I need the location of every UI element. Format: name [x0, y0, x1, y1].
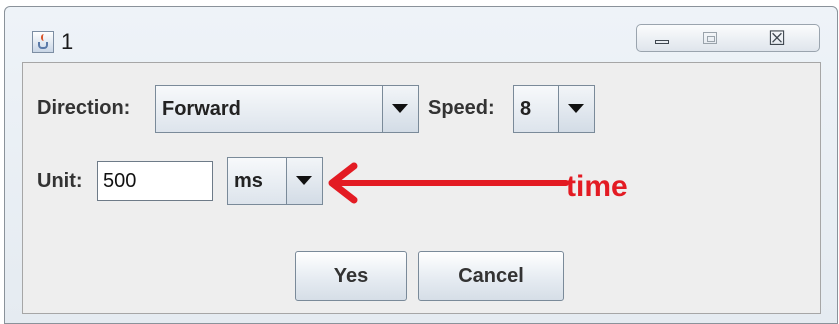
- maximize-icon: [703, 32, 717, 44]
- chevron-down-icon: [392, 104, 408, 113]
- window-title: 1: [61, 29, 74, 54]
- title-bar[interactable]: 1 ☒: [5, 7, 837, 69]
- unit-select-value: ms: [234, 170, 263, 192]
- chevron-down-icon: [568, 104, 584, 113]
- speed-select[interactable]: 8: [513, 85, 595, 133]
- java-cup-icon: [32, 31, 54, 53]
- minimize-button[interactable]: [636, 24, 686, 52]
- speed-label: Speed:: [428, 97, 495, 119]
- yes-button[interactable]: Yes: [295, 251, 407, 301]
- annotation-arrow-icon: [328, 162, 569, 204]
- maximize-button[interactable]: [685, 24, 735, 52]
- speed-value: 8: [520, 98, 532, 120]
- direction-select[interactable]: Forward: [155, 85, 419, 133]
- direction-dropdown-arrow[interactable]: [382, 86, 418, 132]
- unit-input[interactable]: [97, 161, 213, 201]
- unit-dropdown-arrow[interactable]: [286, 158, 322, 204]
- close-button[interactable]: ☒: [734, 24, 820, 52]
- unit-select[interactable]: ms: [227, 157, 323, 205]
- annotation-text: time: [566, 170, 628, 203]
- speed-dropdown-arrow[interactable]: [558, 86, 594, 132]
- direction-label: Direction:: [37, 97, 131, 119]
- cancel-button[interactable]: Cancel: [418, 251, 564, 301]
- unit-label: Unit:: [37, 170, 83, 192]
- close-icon: ☒: [768, 26, 786, 50]
- chevron-down-icon: [296, 176, 312, 185]
- direction-value: Forward: [162, 98, 241, 120]
- minimize-icon: [655, 40, 669, 44]
